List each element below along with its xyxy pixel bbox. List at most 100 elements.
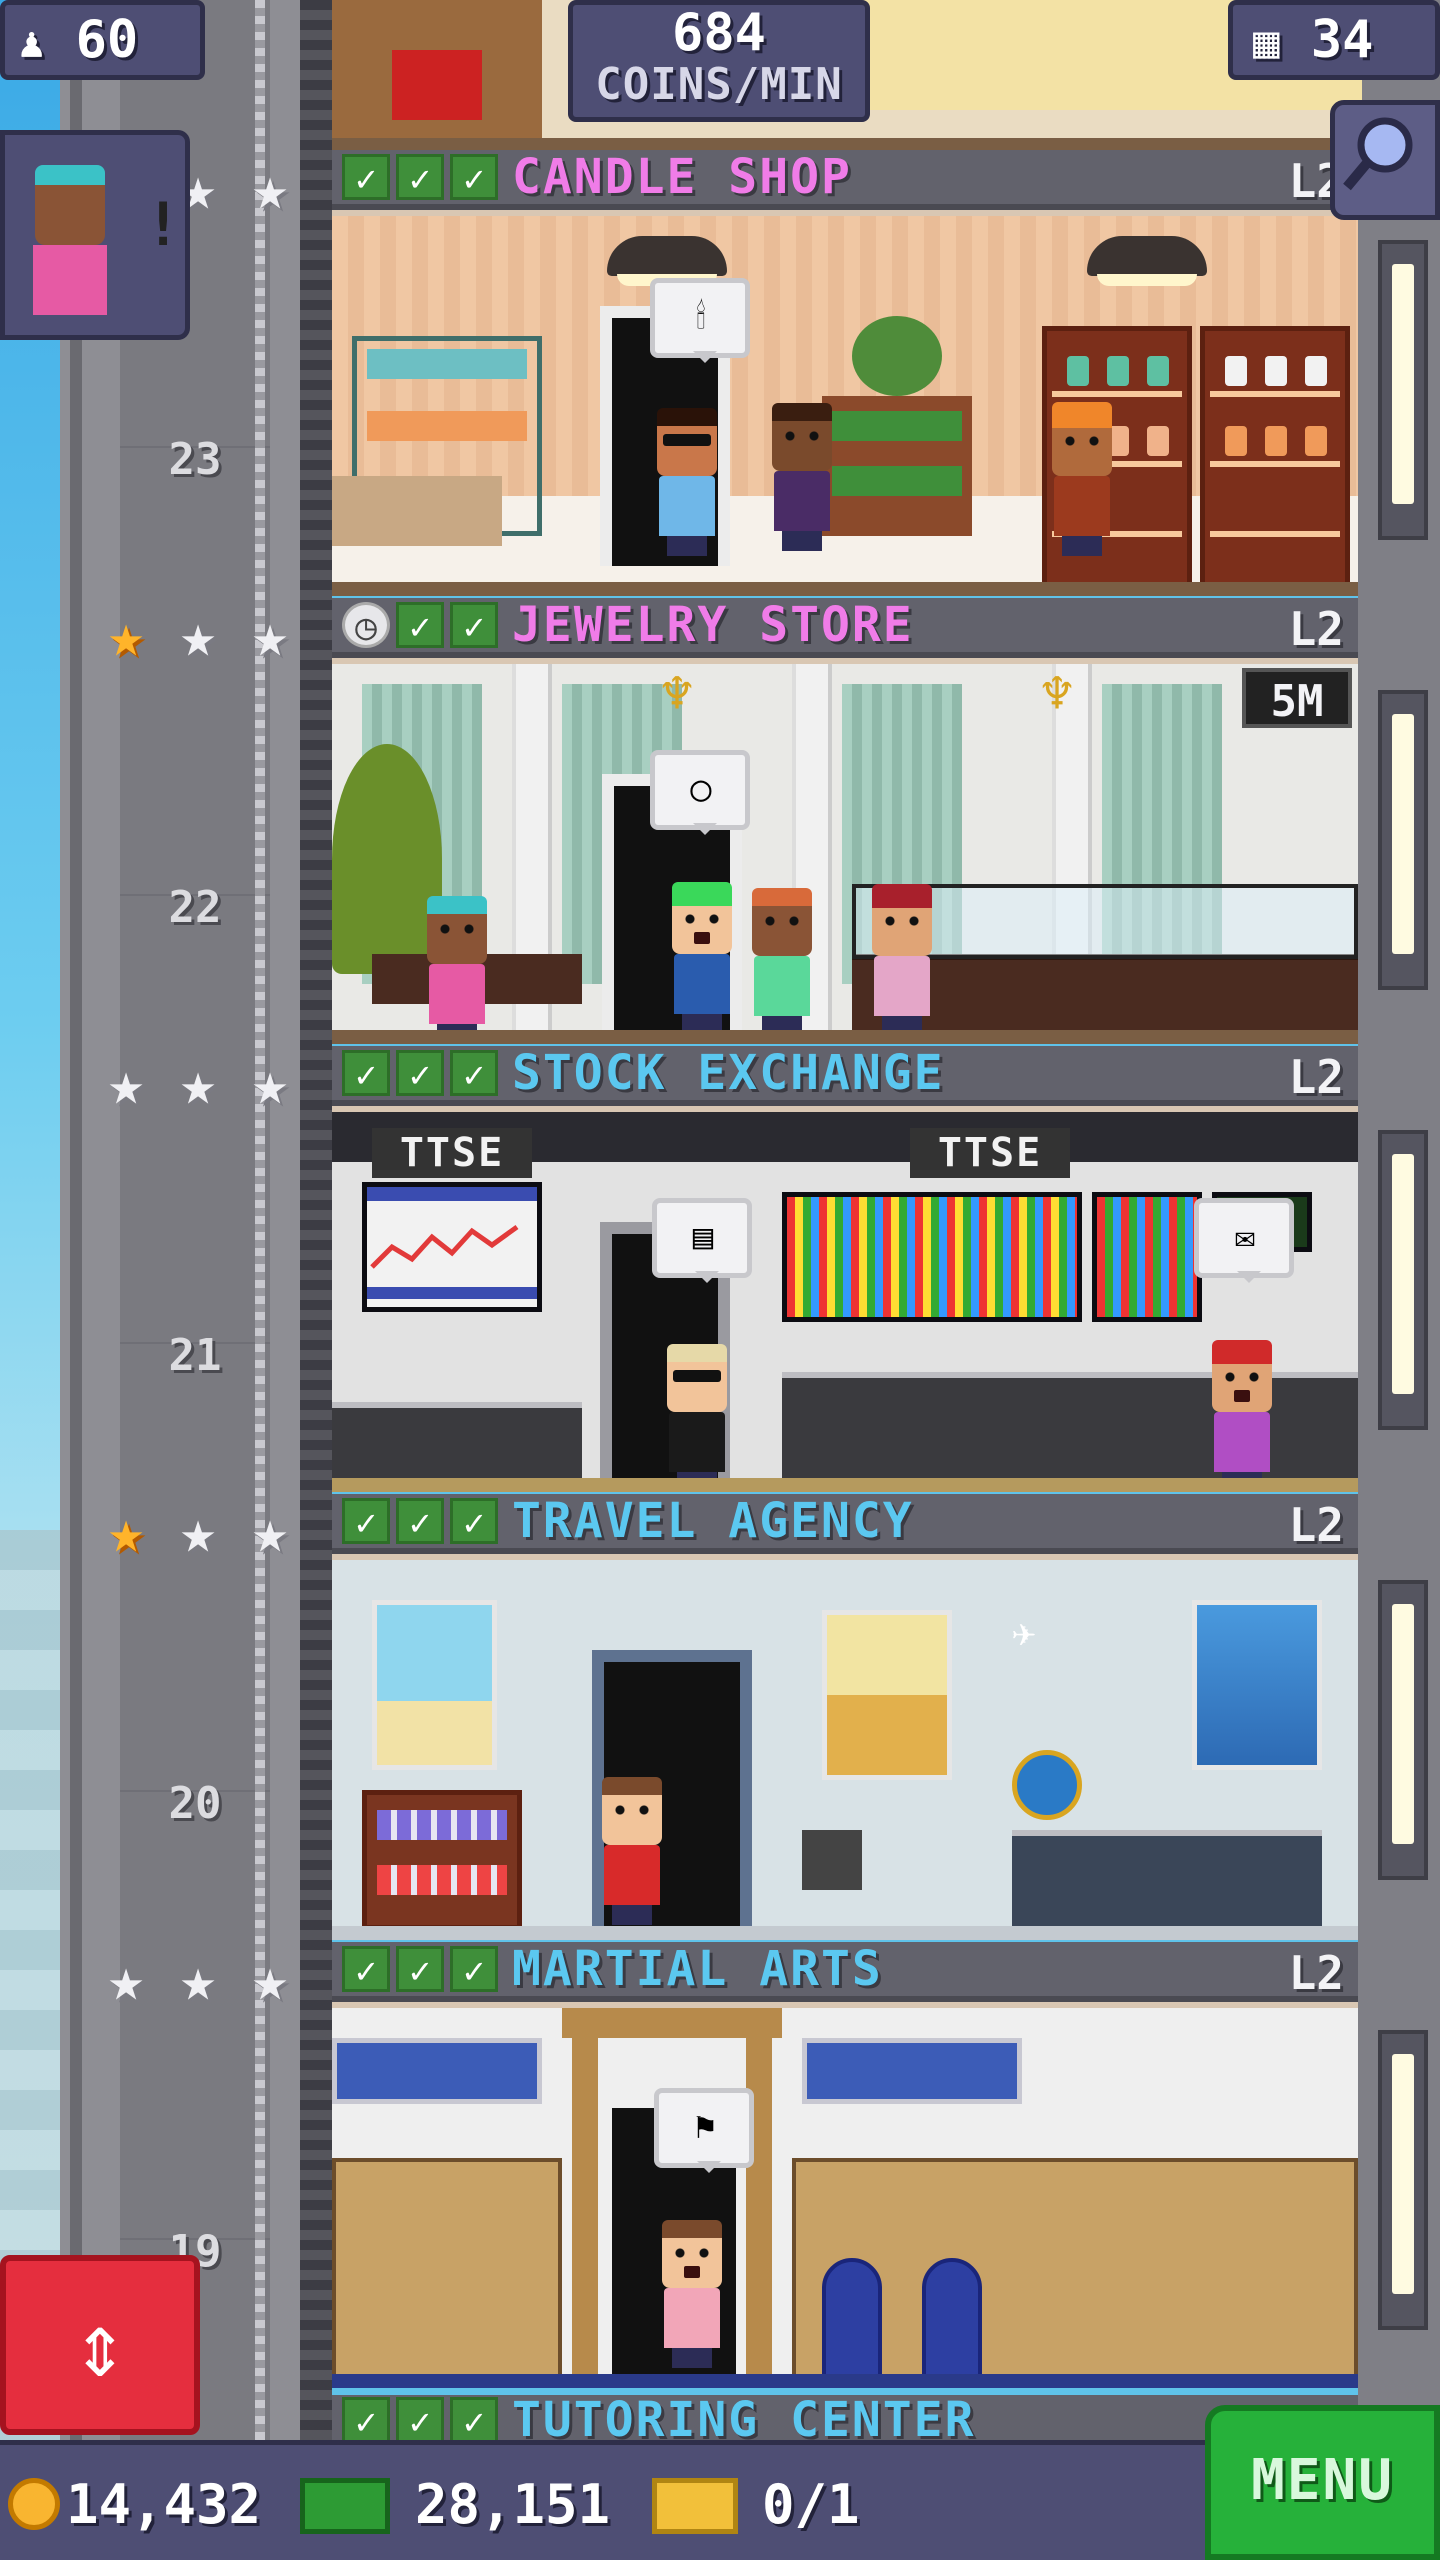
population-counter[interactable]: ♟ 60	[0, 0, 205, 80]
ceiling-lamp	[607, 236, 727, 286]
floor-martial-arts[interactable]: ✓ ✓ ✓ MARTIAL ARTS L2 ⚑	[332, 1941, 1358, 2388]
travel-desk	[1012, 1830, 1322, 1940]
coins-per-min-label: COINS/MIN	[595, 59, 843, 110]
candle-shelf	[1200, 326, 1350, 596]
check-icon: ✓	[396, 2397, 444, 2443]
floor-checks: ✓ ✓ ✓	[342, 1498, 498, 1544]
star-icon: ★	[179, 1049, 217, 1119]
bitizen[interactable]	[1212, 1340, 1272, 1492]
window	[1378, 1580, 1428, 1880]
stock-line-chart	[367, 1187, 537, 1299]
globe-icon	[1012, 1750, 1082, 1820]
room-interior: ♆ ♆ 5M ◯	[332, 664, 1358, 1044]
speech-bubble[interactable]: 🕯	[650, 278, 750, 363]
avatar	[35, 165, 105, 245]
stock-chart-screen	[362, 1182, 542, 1312]
star-icon: ★	[251, 154, 289, 224]
bitizen[interactable]	[772, 403, 832, 551]
coin-icon	[8, 2478, 60, 2530]
brochure-shelf	[362, 1790, 522, 1930]
elevator-cable	[255, 0, 265, 2440]
bitizen-avatar-card[interactable]: !	[0, 130, 190, 340]
bitizen[interactable]	[667, 1344, 727, 1492]
bitizen[interactable]	[602, 1777, 662, 1925]
floor-level: L2	[1288, 1946, 1344, 2000]
star-icon: ★	[179, 1497, 217, 1567]
floor-number-22: 22	[168, 882, 222, 933]
floor-travel-agency[interactable]: ✓ ✓ ✓ TRAVEL AGENCY L2 ✈	[332, 1493, 1358, 1940]
magnifier-icon	[1343, 117, 1413, 191]
check-icon: ✓	[342, 1946, 390, 1992]
check-icon: ✓	[450, 1498, 498, 1544]
star-icon: ★	[107, 1049, 145, 1119]
menu-button[interactable]: MENU	[1205, 2405, 1440, 2560]
coins-per-minute-panel[interactable]: 684 COINS/MIN	[568, 0, 870, 122]
check-icon: ✓	[450, 602, 498, 648]
bitizen[interactable]	[657, 408, 717, 556]
floor-jewelry-store[interactable]: ◷ ✓ ✓ JEWELRY STORE L2 ♆ ♆ 5M ◯	[332, 597, 1358, 1044]
alert-icon: !	[145, 190, 182, 260]
floor-counter[interactable]: ▦ 34	[1228, 0, 1440, 80]
room-interior: ✈	[332, 1560, 1358, 1940]
floor-stock-exchange[interactable]: ✓ ✓ ✓ STOCK EXCHANGE L2 TTSE TTSE ▤ ✉	[332, 1045, 1358, 1492]
shaft-rail	[70, 0, 82, 2440]
floor-header: ✓ ✓ ✓ MARTIAL ARTS L2	[332, 1941, 1358, 2002]
bitizen-worker[interactable]	[1052, 402, 1112, 556]
timer-badge: 5M	[1242, 668, 1352, 728]
bitizen[interactable]	[752, 888, 812, 1036]
bitizen[interactable]	[672, 882, 732, 1034]
floor-stars-22: ★ ★ ★	[95, 605, 315, 675]
elevator-button[interactable]: ⇕	[0, 2255, 200, 2435]
check-icon: ✓	[450, 154, 498, 200]
check-icon: ✓	[342, 1050, 390, 1096]
search-button[interactable]	[1330, 100, 1440, 220]
check-icon: ✓	[450, 1050, 498, 1096]
check-icon: ✓	[396, 602, 444, 648]
floor-title: JEWELRY STORE	[512, 597, 914, 653]
floor-title: STOCK EXCHANGE	[512, 1045, 945, 1101]
floor-stars-20: ★ ★ ★	[95, 1501, 315, 1571]
up-down-arrows-icon: ⇕	[72, 2293, 128, 2398]
shaft-frame	[300, 0, 332, 2440]
floor-checks: ✓ ✓ ✓	[342, 154, 498, 200]
star-icon: ★	[251, 601, 289, 671]
ttse-sign: TTSE	[910, 1128, 1070, 1178]
chandelier-icon: ♆	[660, 664, 694, 725]
gold-star-icon: ★	[107, 601, 145, 671]
dojo-banner	[332, 2038, 542, 2104]
bitizen[interactable]	[872, 884, 932, 1036]
ttse-sign: TTSE	[372, 1128, 532, 1178]
star-icon: ★	[107, 1945, 145, 2015]
tickets-value: 0/1	[762, 2473, 860, 2536]
floor-title: MARTIAL ARTS	[512, 1941, 883, 1997]
bitizen[interactable]	[662, 2220, 722, 2368]
room-interior: ⚑	[332, 2008, 1358, 2388]
star-icon: ★	[179, 601, 217, 671]
bux-bill-icon	[300, 2478, 390, 2534]
coins-per-min-value: 684	[672, 3, 766, 63]
speech-bubble[interactable]: ◯	[650, 750, 750, 835]
room-interior: 🕯	[332, 216, 1358, 596]
speech-bubble[interactable]: ✉	[1194, 1198, 1294, 1283]
check-icon: ✓	[342, 154, 390, 200]
floor-level: L2	[1288, 1050, 1344, 1104]
star-icon: ★	[251, 1945, 289, 2015]
check-icon: ✓	[450, 1946, 498, 1992]
medal-icon: ⚑	[694, 2107, 716, 2147]
floor-stars-21: ★ ★ ★	[95, 1053, 315, 1123]
floor-candle-shop[interactable]: ✓ ✓ ✓ CANDLE SHOP L2 🕯	[332, 149, 1358, 596]
bitizen[interactable]	[427, 896, 487, 1044]
speech-bubble[interactable]: ⚑	[654, 2088, 754, 2173]
floor-header: ◷ ✓ ✓ JEWELRY STORE L2	[332, 597, 1358, 658]
candle-icon: 🕯	[696, 297, 706, 337]
floor-title: TRAVEL AGENCY	[512, 1493, 914, 1549]
star-icon: ★	[179, 1945, 217, 2015]
floor-count-value: 34	[1310, 10, 1374, 70]
vip-ticket-icon	[652, 2478, 738, 2534]
speech-bubble[interactable]: ▤	[652, 1198, 752, 1283]
room-interior: TTSE TTSE ▤ ✉	[332, 1112, 1358, 1492]
punching-bag	[822, 2258, 882, 2378]
bridge-poster	[1192, 1600, 1322, 1770]
floor-title: CANDLE SHOP	[512, 149, 852, 205]
envelope-icon: ✉	[1234, 1217, 1256, 1257]
